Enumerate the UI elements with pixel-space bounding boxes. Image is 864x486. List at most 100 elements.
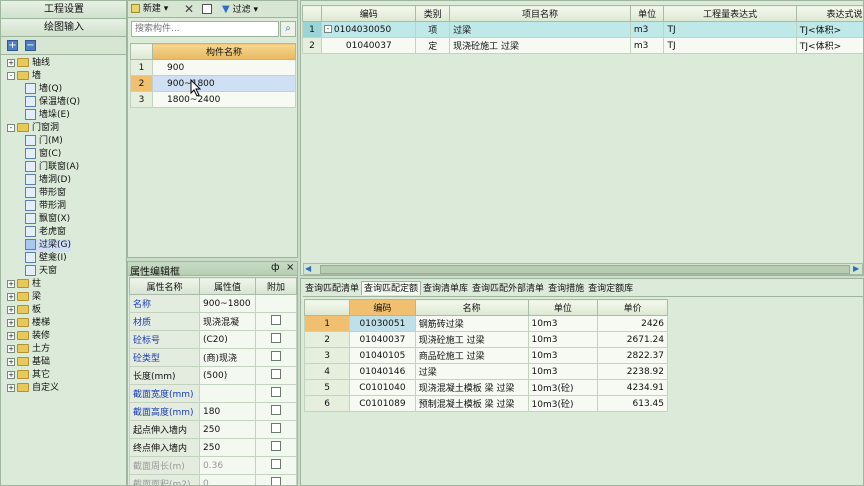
tree-item[interactable]: - 门窗洞 — [7, 122, 59, 135]
expand-all-icon[interactable]: + — [7, 40, 18, 51]
table-row[interactable]: 6 C0101089 预制混凝土模板 梁 过梁 10m3(砼) 613.45 — [303, 395, 668, 412]
unit-price-cell[interactable]: 2822.37 — [597, 347, 668, 364]
tree-item[interactable]: + 其它 — [7, 369, 50, 382]
scroll-right-icon[interactable]: ▶ — [853, 264, 859, 273]
tree-item[interactable]: + 板 — [7, 304, 41, 317]
tree-item[interactable]: 壁龛(I) — [25, 252, 67, 265]
property-value-cell[interactable]: 0.36 — [199, 456, 256, 475]
table-row[interactable]: 4 01040146 过梁 10m3 2238.92 — [303, 363, 668, 380]
item-name-cell[interactable]: 过梁 — [449, 21, 631, 38]
property-value-cell[interactable]: (C20) — [199, 330, 256, 349]
table-row[interactable]: 2900~1800 — [130, 75, 296, 92]
collapse-icon[interactable]: - — [323, 25, 332, 33]
table-row[interactable]: 2 01040037 定现浇砼施工 过梁 m3 TJ TJ<体积> — [302, 37, 863, 54]
expand-icon[interactable]: + — [7, 318, 15, 327]
property-value-cell[interactable]: (500) — [199, 366, 256, 385]
extra-checkbox[interactable] — [271, 351, 281, 361]
drawing-input-button[interactable]: 绘图输入 — [1, 19, 126, 37]
expression-desc-cell[interactable]: TJ<体积> — [795, 21, 863, 38]
property-value-cell[interactable]: 0 — [199, 474, 256, 485]
expand-icon[interactable]: + — [7, 279, 15, 288]
table-row[interactable]: 1 01030051 钢筋砖过梁 10m3 2426 — [303, 315, 668, 332]
expand-icon[interactable]: + — [7, 370, 15, 379]
unit-cell[interactable]: 10m3 — [527, 331, 599, 348]
unit-cell[interactable]: 10m3 — [527, 315, 599, 332]
tree-item[interactable]: 过梁(G) — [25, 239, 71, 252]
project-settings-button[interactable]: 工程设置 — [1, 1, 126, 19]
query-tab[interactable]: 查询措施 — [546, 282, 586, 296]
tree-item[interactable]: -墙 — [7, 70, 41, 83]
tree-item[interactable]: + 梁 — [7, 291, 41, 304]
expand-icon[interactable]: + — [7, 383, 15, 392]
copy-icon[interactable] — [202, 4, 212, 14]
filter-button[interactable]: ▼ 过滤 ▾ — [222, 3, 258, 16]
expand-icon[interactable]: + — [7, 305, 15, 314]
unit-cell[interactable]: m3 — [629, 21, 665, 38]
tree-item[interactable]: 天窗 — [25, 265, 57, 278]
query-tab[interactable]: 查询匹配定额 — [361, 281, 422, 295]
tree-item[interactable]: + 柱 — [7, 278, 41, 291]
unit-price-cell[interactable]: 4234.91 — [597, 379, 668, 396]
component-name-cell[interactable]: 900~1800 — [152, 75, 296, 92]
name-cell[interactable]: 现浇砼施工 过梁 — [414, 331, 529, 348]
query-tab[interactable]: 查询匹配外部清单 — [470, 282, 546, 296]
pin-icon[interactable]: ф — [271, 262, 280, 273]
property-value-cell[interactable]: 250 — [199, 438, 256, 457]
tree-item[interactable]: 墙(Q) — [25, 83, 62, 96]
table-row[interactable]: 3 01040105 商品砼施工 过梁 10m3 2822.37 — [303, 347, 668, 364]
query-tab[interactable]: 查询匹配清单 — [303, 282, 361, 296]
tree-item[interactable]: 飘窗(X) — [25, 213, 70, 226]
query-tab[interactable]: 查询清单库 — [421, 282, 470, 296]
horizontal-scrollbar[interactable]: ◀ ▶ — [303, 263, 863, 275]
delete-icon[interactable]: ✕ — [184, 2, 194, 16]
extra-checkbox[interactable] — [271, 333, 281, 343]
component-name-cell[interactable]: 1800~2400 — [152, 91, 296, 108]
unit-price-cell[interactable]: 2238.92 — [597, 363, 668, 380]
property-value-cell[interactable]: 250 — [199, 420, 256, 439]
unit-cell[interactable]: 10m3 — [527, 363, 599, 380]
unit-price-cell[interactable]: 2671.24 — [597, 331, 668, 348]
property-value-cell[interactable] — [199, 384, 256, 403]
property-value-cell[interactable]: 900~1800 — [199, 294, 256, 313]
component-name-cell[interactable]: 900 — [152, 59, 296, 76]
extra-checkbox[interactable] — [271, 387, 281, 397]
table-row[interactable]: 1-0104030050 项过梁 m3 TJ TJ<体积> — [302, 21, 863, 38]
extra-checkbox[interactable] — [271, 459, 281, 469]
expression-cell[interactable]: TJ — [663, 37, 797, 54]
tree-item[interactable]: 门(M) — [25, 135, 63, 148]
property-value-cell[interactable]: 180 — [199, 402, 256, 421]
name-cell[interactable]: 钢筋砖过梁 — [414, 315, 529, 332]
collapse-all-icon[interactable]: − — [25, 40, 36, 51]
name-cell[interactable]: 预制混凝土模板 梁 过梁 — [414, 395, 529, 412]
expand-icon[interactable]: + — [7, 357, 15, 366]
tree-item[interactable]: 墙垛(E) — [25, 109, 70, 122]
name-cell[interactable]: 过梁 — [414, 363, 529, 380]
query-tab[interactable]: 查询定额库 — [586, 282, 635, 296]
expand-icon[interactable]: + — [7, 58, 15, 67]
code-cell[interactable]: 01030051 — [349, 315, 416, 332]
expand-icon[interactable]: + — [7, 331, 15, 340]
close-icon[interactable]: × — [286, 262, 294, 273]
tree-item[interactable]: + 轴线 — [7, 57, 50, 70]
item-name-cell[interactable]: 现浇砼施工 过梁 — [449, 37, 631, 54]
tree-item[interactable]: 窗(C) — [25, 148, 61, 161]
table-row[interactable]: 1 900 — [130, 59, 296, 76]
tree-item[interactable]: 保温墙(Q) — [25, 96, 80, 109]
code-cell[interactable]: 01040146 — [349, 363, 416, 380]
collapse-icon[interactable]: - — [7, 123, 15, 132]
unit-cell[interactable]: 10m3(砼) — [527, 395, 599, 412]
unit-price-cell[interactable]: 613.45 — [597, 395, 668, 412]
scroll-thumb[interactable] — [320, 265, 850, 274]
code-cell[interactable]: C0101089 — [349, 395, 416, 412]
unit-cell[interactable]: 10m3 — [527, 347, 599, 364]
extra-checkbox[interactable] — [271, 441, 281, 451]
tree-item[interactable]: + 土方 — [7, 343, 50, 356]
table-row[interactable]: 3 1800~2400 — [130, 91, 296, 108]
extra-checkbox[interactable] — [271, 423, 281, 433]
expand-icon[interactable]: + — [7, 292, 15, 301]
new-button[interactable]: 新建 ▾ — [131, 3, 168, 16]
tree-item[interactable]: + 自定义 — [7, 382, 59, 395]
expression-desc-cell[interactable]: TJ<体积> — [795, 37, 863, 54]
scroll-left-icon[interactable]: ◀ — [305, 264, 311, 273]
tree-item[interactable]: 带形洞 — [25, 200, 66, 213]
